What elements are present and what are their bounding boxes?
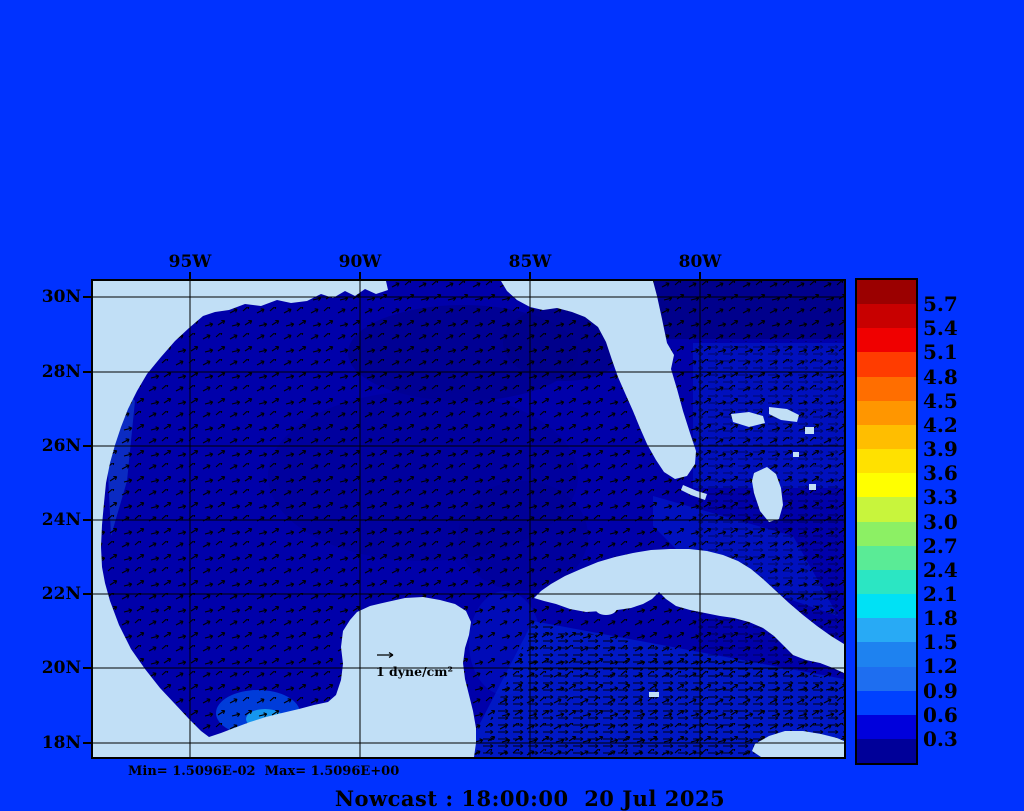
colorbar-segment-20 bbox=[857, 738, 916, 764]
colorbar-tick-5.1: 5.1 bbox=[923, 340, 958, 365]
lon-tick-80w bbox=[699, 272, 701, 280]
land-cayman bbox=[649, 692, 659, 697]
colorbar-tick-3.0: 3.0 bbox=[923, 509, 958, 534]
colorbar-segment-13 bbox=[857, 569, 916, 595]
colorbar-tick-2.1: 2.1 bbox=[923, 581, 958, 606]
gulf-of-mexico-vector-map: 1 dyne/cm² bbox=[93, 281, 844, 757]
lat-tick-18n bbox=[83, 742, 91, 744]
land-bahama-cay-3 bbox=[793, 452, 799, 457]
colorbar-segment-6 bbox=[857, 400, 916, 425]
colorbar-segment-11 bbox=[857, 521, 916, 546]
lon-tick-85w bbox=[529, 272, 531, 280]
colorbar-tick-5.4: 5.4 bbox=[923, 316, 958, 341]
colorbar-segment-18 bbox=[857, 690, 916, 715]
colorbar-segment-1 bbox=[857, 280, 916, 305]
colorbar-tick-3.6: 3.6 bbox=[923, 461, 958, 486]
colorbar-tick-0.6: 0.6 bbox=[923, 702, 958, 727]
colorbar-segment-7 bbox=[857, 424, 916, 450]
colorbar bbox=[855, 278, 918, 765]
lon-label-90w: 90W bbox=[338, 252, 382, 272]
lat-label-22n: 22N bbox=[41, 584, 81, 604]
colorbar-tick-2.7: 2.7 bbox=[923, 533, 958, 558]
colorbar-tick-4.5: 4.5 bbox=[923, 388, 958, 413]
colorbar-segment-9 bbox=[857, 473, 916, 498]
colorbar-tick-3.3: 3.3 bbox=[923, 485, 958, 510]
nowcast-plot-page: { "title": "Nowcast : 18:00:00 20 Jul 20… bbox=[0, 0, 1024, 811]
lat-label-24n: 24N bbox=[41, 510, 81, 530]
minmax-stats: Min= 1.5096E-02 Max= 1.5096E+00 bbox=[128, 764, 400, 779]
colorbar-tick-1.5: 1.5 bbox=[923, 630, 958, 655]
colorbar-segment-12 bbox=[857, 545, 916, 570]
land-bahama-cay-1 bbox=[805, 427, 814, 434]
lon-tick-95w bbox=[189, 272, 191, 280]
colorbar-tick-3.9: 3.9 bbox=[923, 437, 958, 462]
colorbar-tick-4.2: 4.2 bbox=[923, 412, 958, 437]
colorbar-tick-1.8: 1.8 bbox=[923, 606, 958, 631]
colorbar-segment-16 bbox=[857, 642, 916, 667]
lat-label-18n: 18N bbox=[41, 733, 81, 753]
lon-tick-90w bbox=[359, 272, 361, 280]
scale-label: 1 dyne/cm² bbox=[376, 664, 453, 679]
colorbar-tick-0.3: 0.3 bbox=[923, 726, 958, 751]
colorbar-segment-2 bbox=[857, 304, 916, 329]
colorbar-segment-15 bbox=[857, 618, 916, 643]
colorbar-tick-2.4: 2.4 bbox=[923, 557, 958, 582]
colorbar-segment-17 bbox=[857, 666, 916, 691]
lat-tick-28n bbox=[83, 371, 91, 373]
land-bahama-cay-2 bbox=[809, 484, 816, 490]
map-frame: 1 dyne/cm² bbox=[91, 279, 846, 759]
land-isle-of-youth bbox=[595, 601, 617, 615]
colorbar-segment-19 bbox=[857, 714, 916, 739]
lat-tick-30n bbox=[83, 296, 91, 298]
colorbar-tick-5.7: 5.7 bbox=[923, 292, 958, 317]
colorbar-segment-3 bbox=[857, 328, 916, 353]
lat-tick-22n bbox=[83, 593, 91, 595]
lat-tick-20n bbox=[83, 667, 91, 669]
colorbar-tick-1.2: 1.2 bbox=[923, 654, 958, 679]
lon-label-80w: 80W bbox=[678, 252, 722, 272]
lat-tick-26n bbox=[83, 445, 91, 447]
lat-label-28n: 28N bbox=[41, 362, 81, 382]
colorbar-segment-10 bbox=[857, 497, 916, 522]
colorbar-segment-8 bbox=[857, 449, 916, 474]
colorbar-tick-4.8: 4.8 bbox=[923, 364, 958, 389]
lat-label-30n: 30N bbox=[41, 287, 81, 307]
lat-label-20n: 20N bbox=[41, 658, 81, 678]
colorbar-tick-0.9: 0.9 bbox=[923, 678, 958, 703]
lon-label-95w: 95W bbox=[168, 252, 212, 272]
colorbar-segment-4 bbox=[857, 352, 916, 377]
lon-label-85w: 85W bbox=[508, 252, 552, 272]
plot-title: Nowcast : 18:00:00 20 Jul 2025 bbox=[334, 786, 726, 811]
lat-label-26n: 26N bbox=[41, 436, 81, 456]
colorbar-segment-14 bbox=[857, 594, 916, 619]
colorbar-segment-5 bbox=[857, 376, 916, 401]
lat-tick-24n bbox=[83, 519, 91, 521]
